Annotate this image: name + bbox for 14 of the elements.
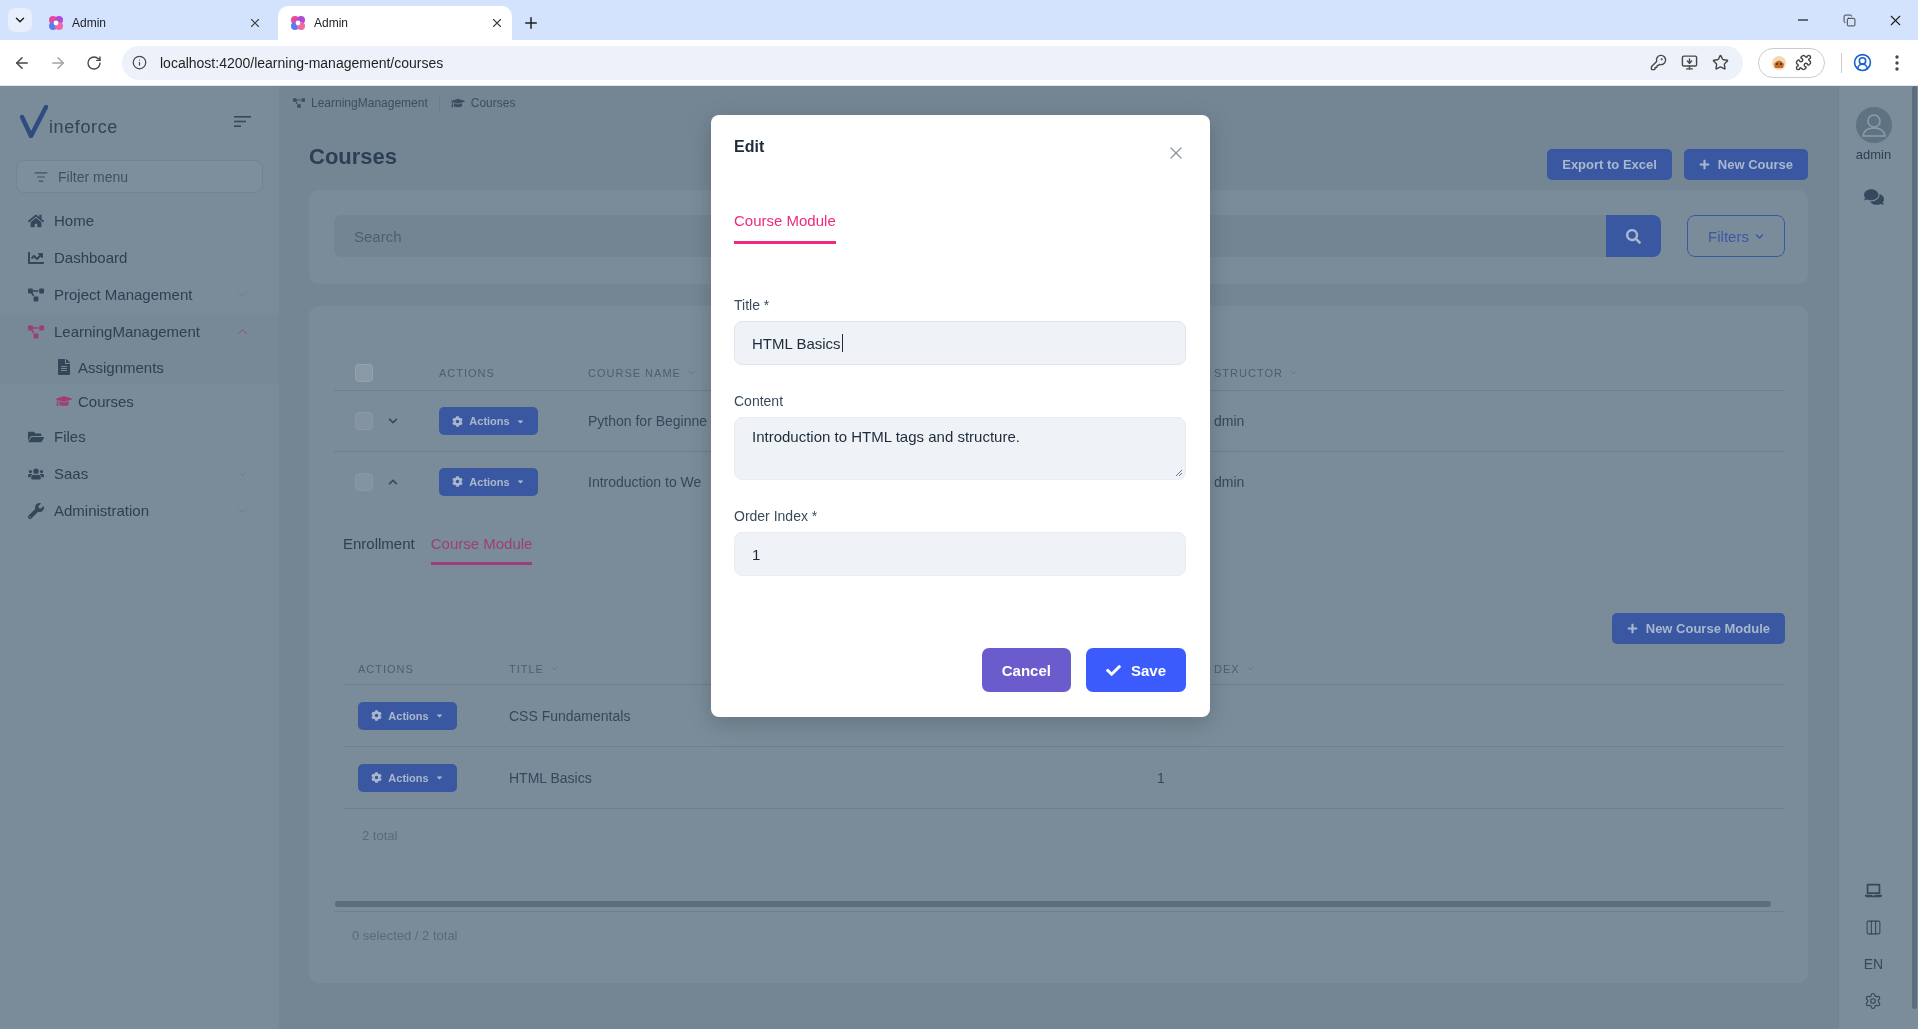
table-cell: CSS Fundamentals [509,707,631,724]
dialog-title: Edit [734,137,765,157]
table-cell: Introduction to We [588,473,702,490]
logo-text: ineforce [49,116,118,137]
field-label: Content [734,392,785,410]
field-label: Title * [734,296,771,314]
user-name: admin [1855,147,1892,163]
table-cell: dmin [1214,413,1245,429]
page-title: Courses [309,143,398,171]
field-label: Order Index * [734,507,819,525]
table-cell: HTML Basics [509,769,592,786]
table-cell: Python for Beginne [588,413,708,429]
table-cell: 1 [1157,769,1165,786]
table-cell: dmin [1214,473,1245,490]
